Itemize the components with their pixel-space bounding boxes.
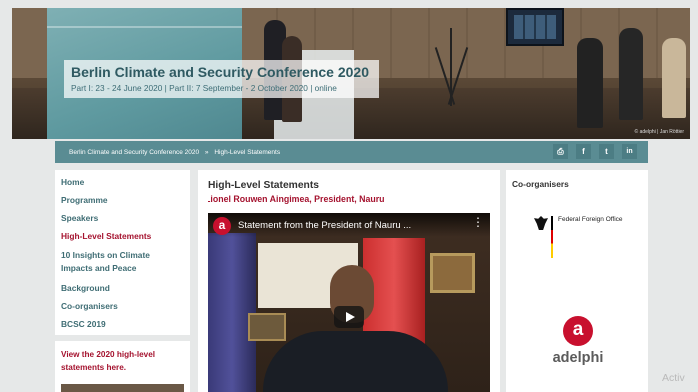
page-title: High-Level Statements xyxy=(208,180,320,191)
sidebar-item-high-level-statements[interactable]: High-Level Statements xyxy=(61,231,190,241)
adelphi-logo[interactable]: a adelphi xyxy=(546,316,610,366)
sidebar-nav: Home Programme Speakers High-Level State… xyxy=(55,170,190,335)
hero-audience-member xyxy=(662,38,686,118)
breadcrumb-separator: » xyxy=(204,148,209,156)
video-title[interactable]: Statement from the President of Nauru ..… xyxy=(238,220,411,231)
conference-dates: Part I: 23 - 24 June 2020 | Part II: 7 S… xyxy=(71,83,337,93)
adelphi-logo-icon: a xyxy=(563,316,593,346)
statement-speaker: Lionel Rouwen Aingimea, President, Nauru xyxy=(208,194,498,204)
sidebar-item-programme[interactable]: Programme xyxy=(61,195,190,205)
video-picture-frame xyxy=(248,313,286,341)
statements-promo-box: View the 2020 high-level statements here… xyxy=(55,341,190,392)
sidebar-item-background[interactable]: Background xyxy=(61,283,190,293)
print-icon[interactable]: ⎙ xyxy=(553,144,568,159)
sidebar-item-bcsc-2019[interactable]: BCSC 2019 xyxy=(61,319,190,329)
photo-credit: © adelphi | Jan Röttier xyxy=(634,129,684,135)
conference-title: Berlin Climate and Security Conference 2… xyxy=(71,64,369,80)
conference-title-box: Berlin Climate and Security Conference 2… xyxy=(64,60,379,98)
adelphi-wordmark: adelphi xyxy=(552,350,604,366)
linkedin-icon[interactable]: in xyxy=(622,144,637,159)
facebook-icon[interactable]: f xyxy=(576,144,591,159)
channel-logo-icon[interactable]: a xyxy=(213,217,231,235)
promo-thumbnail[interactable] xyxy=(61,384,184,392)
federal-eagle-icon xyxy=(534,216,548,230)
sidebar-item-co-organisers[interactable]: Co-organisers xyxy=(61,301,190,311)
breadcrumb-current: High-Level Statements xyxy=(214,148,281,156)
video-player[interactable]: a Statement from the President of Nauru … xyxy=(208,213,490,392)
hero-banner: Berlin Climate and Security Conference 2… xyxy=(12,8,690,139)
activate-windows-watermark: Activ xyxy=(662,372,685,384)
statement-speaker-text: Lionel Rouwen Aingimea, President, Nauru xyxy=(208,194,385,204)
sidebar-item-home[interactable]: Home xyxy=(61,177,190,187)
german-flag-bar xyxy=(551,216,553,258)
twitter-icon[interactable]: t xyxy=(599,144,614,159)
video-picture-frame xyxy=(430,253,475,293)
play-button[interactable] xyxy=(334,306,364,328)
hero-camera-operator xyxy=(619,28,643,120)
co-organisers-panel: Co-organisers Federal Foreign Office a a… xyxy=(506,170,648,392)
breadcrumb-home-link[interactable]: Berlin Climate and Security Conference 2… xyxy=(69,149,199,156)
statements-promo-link[interactable]: View the 2020 high-level statements here… xyxy=(61,348,176,374)
video-speaker xyxy=(263,331,448,392)
federal-foreign-office-logo[interactable]: Federal Foreign Office xyxy=(534,216,634,258)
main-content: High-Level Statements Lionel Rouwen Aing… xyxy=(198,170,500,392)
sidebar-item-speakers[interactable]: Speakers xyxy=(61,213,190,223)
more-options-icon[interactable]: ⋮ xyxy=(472,216,484,228)
co-organisers-heading: Co-organisers xyxy=(512,179,569,189)
breadcrumb: Berlin Climate and Security Conference 2… xyxy=(69,149,284,156)
sidebar-item-10-insights[interactable]: 10 Insights on Climate Impacts and Peace xyxy=(61,249,181,275)
hero-camera-operator xyxy=(577,38,603,128)
breadcrumb-bar: Berlin Climate and Security Conference 2… xyxy=(55,141,648,163)
federal-foreign-office-label: Federal Foreign Office xyxy=(558,216,623,223)
hero-monitor xyxy=(506,8,564,46)
